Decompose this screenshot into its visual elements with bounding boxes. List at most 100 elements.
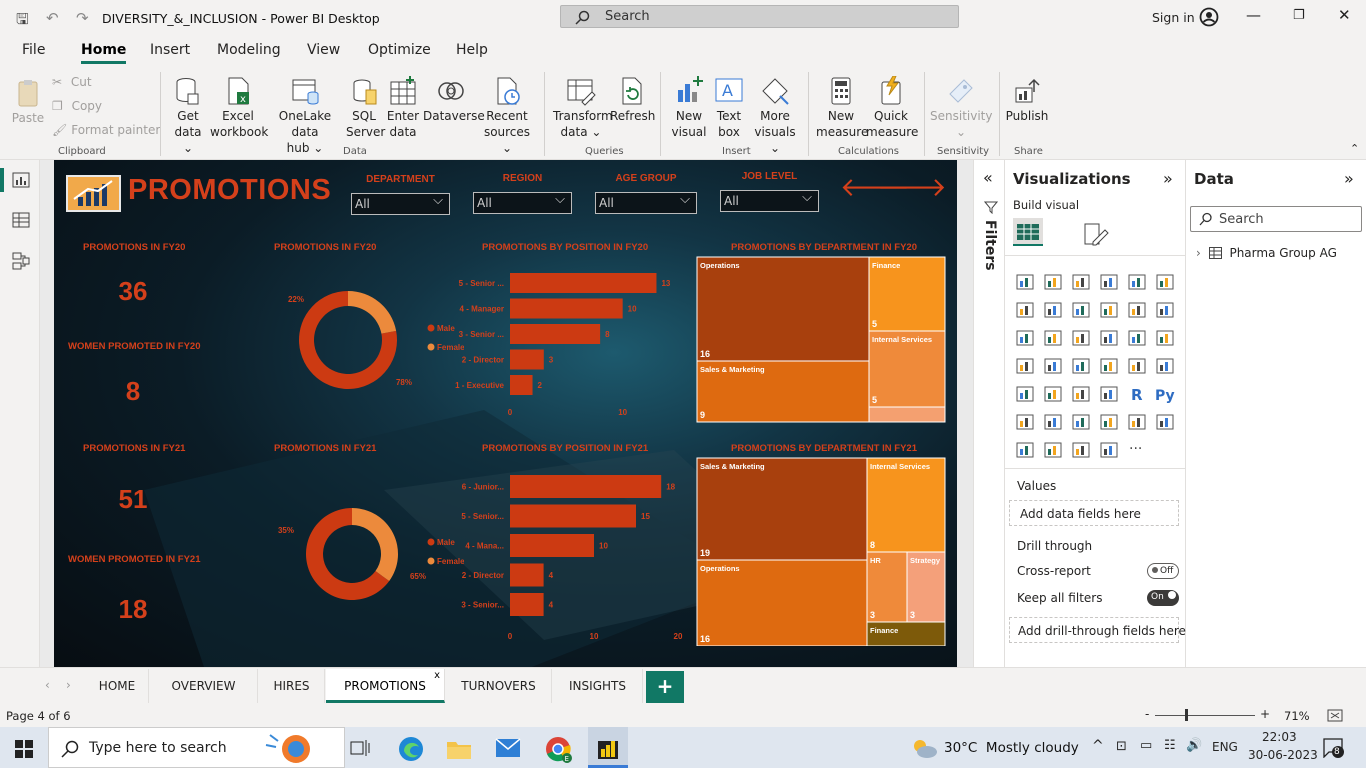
- file-explorer-icon[interactable]: [446, 738, 472, 760]
- clock-date[interactable]: 30-06-2023: [1248, 748, 1318, 762]
- add-drill-through-fields-well[interactable]: Add drill-through fields here: [1009, 617, 1186, 643]
- pie-visual-icon[interactable]: [1099, 329, 1119, 347]
- undo-icon[interactable]: ↶: [46, 9, 59, 27]
- chrome-browser-icon[interactable]: E: [545, 736, 573, 764]
- r-script-visual-icon[interactable]: R: [1127, 385, 1147, 404]
- job-level-slicer[interactable]: All ⌵: [720, 190, 819, 212]
- line-visual-icon[interactable]: [1015, 301, 1035, 319]
- matrix-visual-icon[interactable]: [1099, 385, 1119, 403]
- enter-data-button[interactable]: Enter data: [385, 76, 421, 140]
- quick-measure-button[interactable]: Quick measure: [866, 75, 918, 140]
- funnel-visual-icon[interactable]: [1043, 329, 1063, 347]
- scroll-left-icon[interactable]: ‹: [45, 678, 50, 692]
- department-slicer[interactable]: All ⌵: [351, 193, 450, 215]
- paginated-visual-icon[interactable]: [1155, 413, 1175, 431]
- more-visual-icon[interactable]: ···: [1127, 441, 1147, 459]
- gauge-visual-icon[interactable]: [1099, 357, 1119, 375]
- weather-text[interactable]: 30°C Mostly cloudy: [944, 740, 1079, 756]
- powerbi-taskbar-button[interactable]: [588, 727, 628, 768]
- network-device-icon[interactable]: ⊡: [1116, 739, 1127, 754]
- more-visuals-button[interactable]: More visuals ⌄: [750, 76, 800, 156]
- format-painter-button[interactable]: 🖌 Format painter: [52, 122, 162, 138]
- taskbar-search-box[interactable]: Type here to search: [48, 727, 345, 768]
- table-item-pharma-group[interactable]: › Pharma Group AG: [1196, 246, 1337, 260]
- power-automate-visual-icon[interactable]: [1043, 441, 1063, 459]
- menu-home[interactable]: Home: [81, 42, 127, 64]
- zoom-in-icon[interactable]: +: [1260, 707, 1270, 721]
- map-visual-icon[interactable]: [1015, 357, 1035, 375]
- sql-server-button[interactable]: SQL Server: [346, 76, 385, 140]
- menu-modeling[interactable]: Modeling: [217, 42, 281, 58]
- paste-button[interactable]: Paste: [8, 78, 48, 126]
- save-icon[interactable]: 🖫: [16, 9, 29, 34]
- user-avatar-icon[interactable]: [1199, 7, 1219, 27]
- publish-button[interactable]: Publish: [1004, 76, 1050, 124]
- search-box[interactable]: Search: [560, 5, 959, 28]
- trophy-visual-icon[interactable]: [1127, 413, 1147, 431]
- treemap-fy21[interactable]: Sales & Marketing 19 Operations 16 Internal …: [696, 457, 946, 646]
- tab-hires[interactable]: HIRES: [259, 669, 325, 703]
- wifi-icon[interactable]: ☷: [1164, 738, 1176, 753]
- mail-icon[interactable]: [495, 738, 521, 758]
- windows-start-icon[interactable]: [15, 740, 33, 758]
- tab-turnovers[interactable]: TURNOVERS: [446, 669, 552, 703]
- filters-pane[interactable]: « Filters: [973, 160, 1005, 667]
- clustered-bar-visual-icon[interactable]: [1071, 273, 1091, 291]
- donut-visual-icon[interactable]: [1127, 329, 1147, 347]
- new-measure-button[interactable]: New measure: [816, 76, 868, 140]
- multi-row-card-visual-icon[interactable]: [1155, 357, 1175, 375]
- tab-promotions[interactable]: PROMOTIONS x: [326, 669, 445, 703]
- zoom-slider[interactable]: [1155, 715, 1255, 716]
- sign-in-button[interactable]: Sign in: [1152, 10, 1195, 25]
- stacked-column-visual-icon[interactable]: [1043, 273, 1063, 291]
- clustered-column-visual-icon[interactable]: [1099, 273, 1119, 291]
- battery-icon[interactable]: ▭: [1140, 738, 1152, 753]
- edge-browser-icon[interactable]: [398, 736, 424, 762]
- refresh-button[interactable]: Refresh: [610, 76, 655, 124]
- report-view-icon[interactable]: [12, 172, 30, 188]
- task-view-icon[interactable]: [350, 739, 370, 757]
- dataverse-button[interactable]: Dataverse: [423, 76, 485, 124]
- filled-map-visual-icon[interactable]: [1043, 357, 1063, 375]
- stacked-area-visual-icon[interactable]: [1071, 301, 1091, 319]
- minimize-icon[interactable]: —: [1246, 6, 1261, 24]
- close-icon[interactable]: ✕: [1338, 6, 1351, 24]
- fit-to-page-icon[interactable]: [1327, 709, 1343, 722]
- close-tab-icon[interactable]: x: [434, 659, 440, 693]
- tab-overview[interactable]: OVERVIEW: [150, 669, 258, 703]
- scroll-right-icon[interactable]: ›: [66, 678, 71, 692]
- menu-optimize[interactable]: Optimize: [368, 42, 431, 58]
- python-visual-icon[interactable]: Py: [1155, 385, 1175, 404]
- menu-insert[interactable]: Insert: [150, 42, 190, 58]
- collapse-ribbon-icon[interactable]: ⌃: [1350, 142, 1359, 155]
- forward-arrow-icon[interactable]: 🡒: [877, 172, 947, 203]
- area-visual-icon[interactable]: [1043, 301, 1063, 319]
- scatter-visual-icon[interactable]: [1071, 329, 1091, 347]
- treemap-visual-icon[interactable]: [1155, 329, 1175, 347]
- expand-data-chevron-icon[interactable]: »: [1344, 169, 1354, 188]
- build-visual-tab[interactable]: [1013, 218, 1043, 246]
- stacked-bar-visual-icon[interactable]: [1015, 273, 1035, 291]
- show-hidden-icons-icon[interactable]: ^: [1092, 738, 1104, 754]
- recent-sources-button[interactable]: Recent sources ⌄: [480, 76, 534, 156]
- sensitivity-button[interactable]: Sensitivity ⌄: [930, 76, 992, 140]
- add-data-fields-well[interactable]: Add data fields here: [1009, 500, 1179, 526]
- data-search-input[interactable]: Search: [1190, 206, 1362, 232]
- zoom-slider-handle[interactable]: [1185, 709, 1188, 721]
- bar-chart-fy20[interactable]: 5 - Senior ... 13 4 - Manager 10 3 - Senior …: [424, 265, 694, 425]
- format-visual-icon[interactable]: [1081, 220, 1109, 248]
- redo-icon[interactable]: ↷: [76, 9, 89, 27]
- excel-workbook-button[interactable]: x Excel workbook: [210, 76, 268, 140]
- clock-time[interactable]: 22:03: [1262, 730, 1297, 744]
- volume-icon[interactable]: 🔊: [1186, 738, 1202, 753]
- model-view-icon[interactable]: [12, 252, 30, 270]
- age-group-slicer[interactable]: All ⌵: [595, 192, 697, 214]
- expand-chevron-icon[interactable]: »: [1163, 169, 1173, 188]
- restore-icon[interactable]: ❐: [1293, 8, 1305, 23]
- add-page-button[interactable]: +: [646, 671, 684, 703]
- chevrons-visual-icon[interactable]: [1099, 441, 1119, 459]
- card-visual-icon[interactable]: [1127, 357, 1147, 375]
- 100-column-visual-icon[interactable]: [1155, 273, 1175, 291]
- funnel-col-visual-icon[interactable]: [1015, 329, 1035, 347]
- collapse-chevron-icon[interactable]: «: [983, 168, 993, 187]
